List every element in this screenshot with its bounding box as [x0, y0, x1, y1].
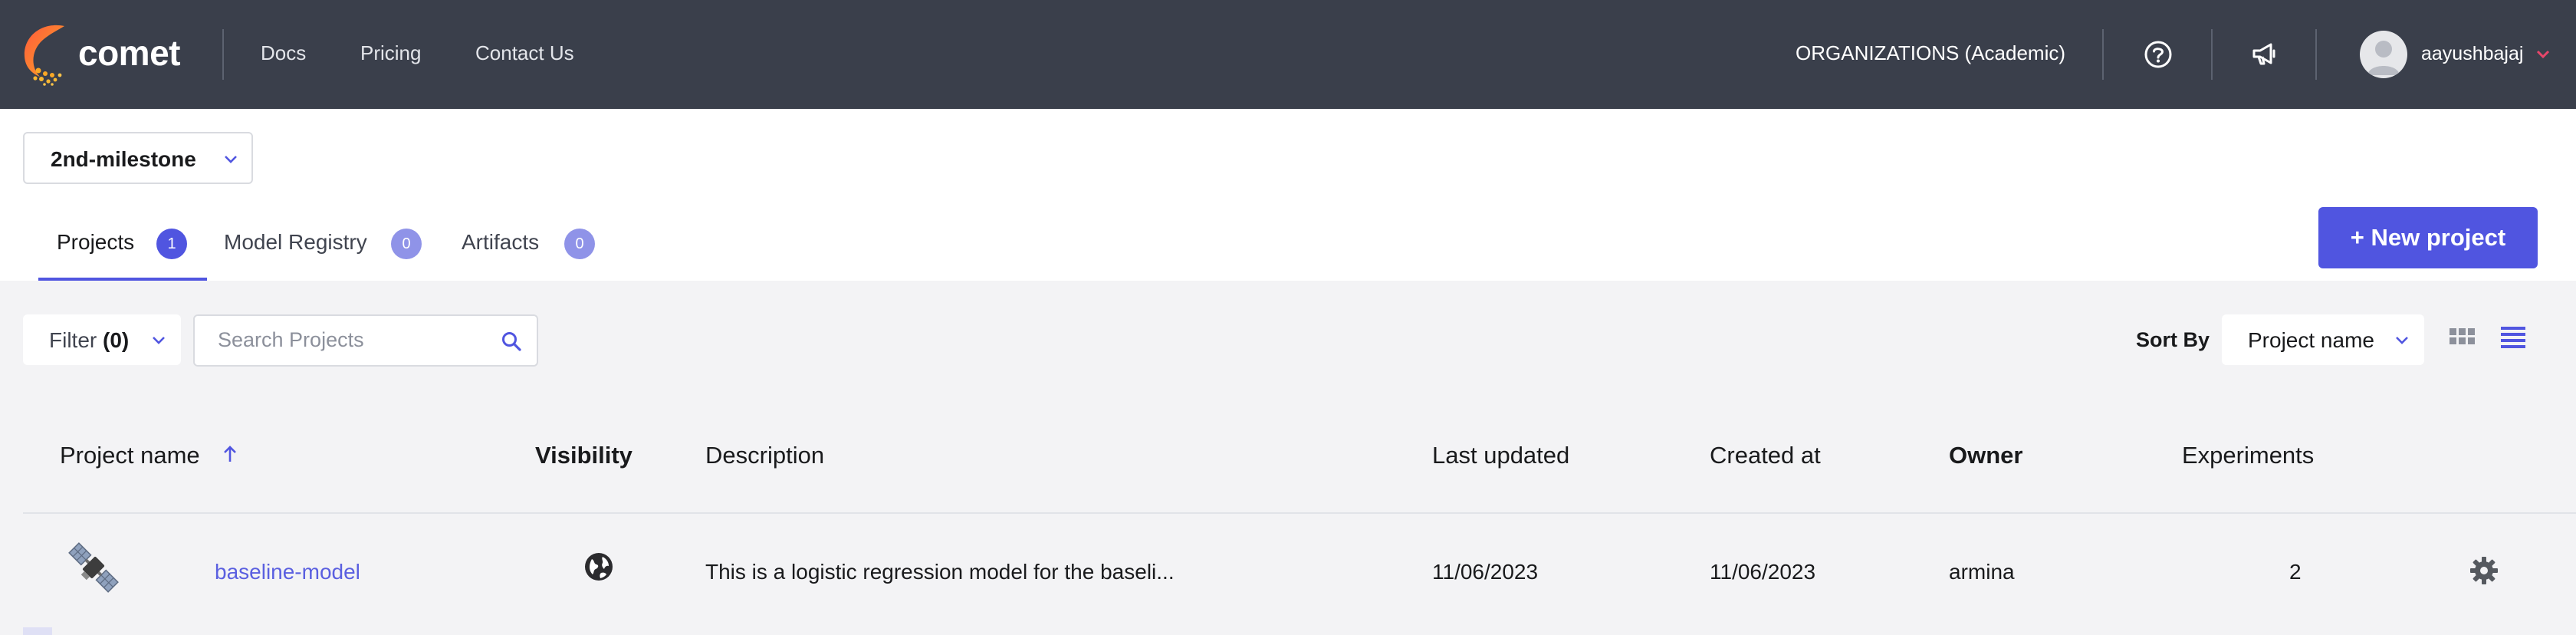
tab-count-badge: 0	[564, 229, 595, 259]
satellite-icon	[63, 537, 124, 598]
tab-artifacts[interactable]: Artifacts 0	[460, 227, 613, 281]
sort-select[interactable]: Project name	[2222, 314, 2424, 365]
nav-divider	[2102, 29, 2104, 80]
nav-link-contact[interactable]: Contact Us	[475, 41, 574, 65]
tab-label: Projects	[57, 230, 135, 254]
active-tab-indicator	[38, 278, 207, 281]
globe-icon	[585, 553, 613, 581]
user-avatar-icon	[2367, 41, 2400, 75]
column-header-project-name[interactable]: Project name	[60, 442, 200, 469]
chevron-down-icon	[153, 337, 165, 344]
nav-divider	[2315, 29, 2317, 80]
new-project-button[interactable]: + New project	[2318, 207, 2538, 268]
column-header-experiments[interactable]: Experiments	[2182, 442, 2314, 469]
announcement-icon[interactable]	[2246, 37, 2282, 72]
list-view-icon[interactable]	[2498, 322, 2528, 353]
comet-logo-icon	[24, 25, 64, 86]
nav-divider	[222, 29, 224, 80]
gear-icon[interactable]	[2469, 555, 2499, 586]
search-icon[interactable]	[500, 330, 523, 353]
project-description: This is a logistic regression model for …	[705, 560, 1175, 584]
comet-logo[interactable]: comet	[21, 23, 198, 87]
column-header-visibility: Visibility	[535, 442, 632, 469]
project-created-at: 11/06/2023	[1710, 560, 1816, 584]
sort-by-label: Sort By	[2136, 328, 2210, 351]
filter-button[interactable]: Filter (0)	[23, 314, 181, 365]
sort-value: Project name	[2248, 328, 2374, 352]
tab-count-badge: 0	[391, 229, 422, 259]
workspace-name: 2nd-milestone	[51, 147, 196, 171]
scroll-indicator	[23, 627, 52, 635]
tab-label: Model Registry	[224, 230, 367, 254]
projects-table: Project name Visibility Description Last…	[23, 406, 2576, 635]
help-icon[interactable]	[2141, 37, 2176, 72]
filter-text: Filter	[49, 328, 97, 352]
tab-label: Artifacts	[462, 230, 540, 254]
nav-link-docs[interactable]: Docs	[261, 41, 306, 65]
filter-count: (0)	[103, 328, 130, 352]
filter-label: Filter (0)	[49, 328, 129, 353]
column-header-description: Description	[705, 442, 825, 469]
search-input[interactable]	[218, 328, 478, 352]
organizations-link[interactable]: ORGANIZATIONS (Academic)	[1796, 41, 2065, 65]
workspace-select[interactable]: 2nd-milestone	[23, 132, 253, 184]
column-header-owner: Owner	[1949, 442, 2023, 469]
table-row[interactable]: baseline-model This is a logistic regres…	[23, 514, 2576, 629]
tab-projects[interactable]: Projects 1	[38, 227, 207, 281]
chevron-down-icon	[225, 156, 237, 163]
username[interactable]: aayushbajaj	[2421, 43, 2523, 65]
chevron-down-icon	[2396, 337, 2408, 344]
project-owner: armina	[1949, 560, 2015, 584]
search-box	[193, 314, 538, 367]
sort-ascending-icon[interactable]	[221, 443, 239, 465]
tab-model-registry[interactable]: Model Registry 0	[222, 227, 437, 281]
nav-link-pricing[interactable]: Pricing	[360, 41, 421, 65]
tab-count-badge: 1	[156, 229, 187, 259]
avatar[interactable]	[2360, 31, 2407, 78]
column-header-created-at[interactable]: Created at	[1710, 442, 1821, 469]
column-header-last-updated[interactable]: Last updated	[1432, 442, 1569, 469]
chevron-down-icon[interactable]	[2536, 49, 2550, 60]
project-name-link[interactable]: baseline-model	[215, 560, 360, 584]
project-last-updated: 11/06/2023	[1432, 560, 1539, 584]
top-navbar: comet Docs Pricing Contact Us ORGANIZATI…	[0, 0, 2576, 109]
project-experiments-count: 2	[2289, 560, 2302, 584]
logo-text: comet	[78, 33, 180, 73]
grid-view-icon[interactable]	[2447, 322, 2478, 353]
nav-divider	[2211, 29, 2213, 80]
